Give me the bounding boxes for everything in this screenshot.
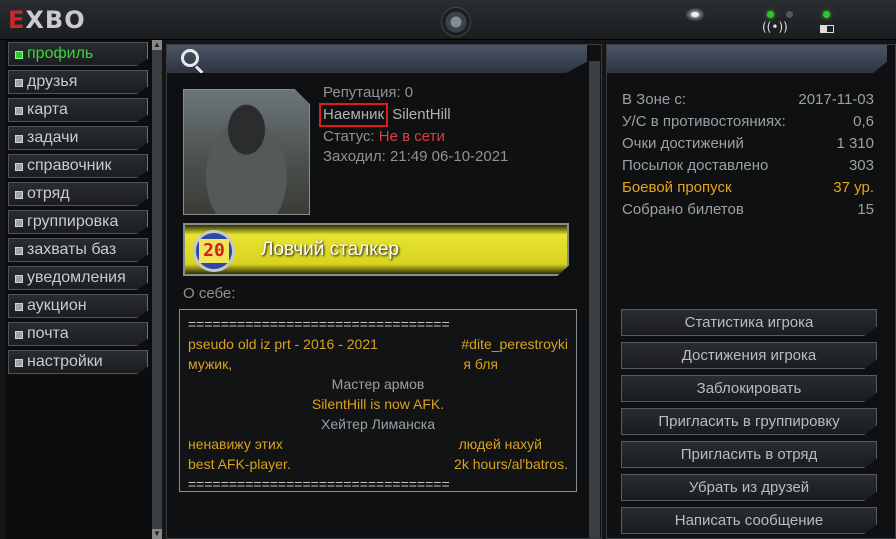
stat-row: Посылок доставлено 303 [622, 157, 874, 174]
rank-label: Наемник [319, 103, 389, 127]
sidebar-item-auction[interactable]: аукцион [8, 294, 148, 318]
status-label: Статус: [323, 128, 375, 145]
sidebar-item-mail[interactable]: почта [8, 322, 148, 346]
invite-to-faction-button[interactable]: Пригласить в группировку [621, 408, 877, 435]
bullet-icon [15, 303, 23, 311]
top-bar: EXBO ((•)) [0, 0, 896, 40]
level-number: 20 [199, 239, 229, 263]
stats-header [607, 45, 887, 73]
about-label: О себе: [183, 285, 236, 302]
remove-friend-button[interactable]: Убрать из друзей [621, 474, 877, 501]
level-badge-icon: 20 [193, 230, 235, 272]
stat-row: Очки достижений 1 310 [622, 135, 874, 152]
stats-list: В Зоне с: 2017-11-03 У/С в противостояния… [622, 89, 874, 221]
stat-row: Собрано билетов 15 [622, 201, 874, 218]
about-line: 2k hours/al'batros. [454, 456, 568, 472]
action-buttons: Статистика игрока Достижения игрока Забл… [621, 309, 877, 539]
scroll-up-icon[interactable]: ▲ [152, 40, 162, 50]
bullet-icon [15, 135, 23, 143]
sidebar-item-notifications[interactable]: уведомления [8, 266, 148, 290]
battery-led-icon [823, 11, 830, 18]
reputation: Репутация: 0 [323, 84, 414, 101]
profile-info: Репутация: 0 Наемник SilentHill Статус: … [319, 83, 509, 167]
sidebar: профиль друзья карта задачи справочник о… [6, 40, 162, 539]
about-rule-bottom: ================================ [188, 476, 450, 492]
player-stats-button[interactable]: Статистика игрока [621, 309, 877, 336]
main-scrollbar[interactable] [589, 61, 600, 538]
sidebar-item-settings[interactable]: настройки [8, 350, 148, 374]
stat-row: В Зоне с: 2017-11-03 [622, 91, 874, 108]
bullet-icon [15, 331, 23, 339]
bullet-icon [15, 191, 23, 199]
bullet-icon [15, 275, 23, 283]
sidebar-item-tasks[interactable]: задачи [8, 126, 148, 150]
sidebar-item-reference[interactable]: справочник [8, 154, 148, 178]
light-icon [684, 7, 706, 22]
sidebar-item-profile[interactable]: профиль [8, 42, 148, 66]
stats-panel: В Зоне с: 2017-11-03 У/С в противостояния… [606, 44, 896, 539]
stat-row: У/С в противостояниях: 0,6 [622, 113, 874, 130]
wifi-icon: ((•)) [762, 20, 788, 34]
scroll-down-icon[interactable]: ▼ [152, 529, 162, 539]
status-value: Не в сети [378, 128, 445, 145]
player-name: SilentHill [392, 106, 451, 123]
panel-header [167, 45, 587, 73]
about-line: мужик, [188, 356, 233, 372]
battery-icon [820, 25, 834, 33]
bullet-icon [15, 163, 23, 171]
sidebar-item-base-captures[interactable]: захваты баз [8, 238, 148, 262]
achievement-banner: 20 Ловчий сталкер [183, 223, 569, 276]
signal-led-off-icon [786, 11, 793, 18]
about-line: Хейтер Лиманска [320, 416, 436, 432]
sidebar-scrollbar[interactable]: ▲ ▼ [152, 40, 162, 539]
invite-to-squad-button[interactable]: Пригласить в отряд [621, 441, 877, 468]
send-message-button[interactable]: Написать сообщение [621, 507, 877, 534]
player-achievements-button[interactable]: Достижения игрока [621, 342, 877, 369]
profile-panel: Репутация: 0 Наемник SilentHill Статус: … [166, 44, 602, 539]
bullet-icon [15, 359, 23, 367]
signal-led-icon [767, 11, 774, 18]
achievement-title: Ловчий сталкер [261, 239, 399, 260]
about-line: best AFK-player. [188, 456, 291, 472]
sidebar-item-map[interactable]: карта [8, 98, 148, 122]
about-text: ================================ pseudo … [179, 309, 577, 492]
sidebar-item-friends[interactable]: друзья [8, 70, 148, 94]
about-line: SilentHill is now AFK. [311, 396, 445, 412]
about-line: людей нахуй [458, 436, 542, 452]
avatar [183, 89, 310, 215]
last-seen: Заходил: 21:49 06-10-2021 [323, 148, 509, 165]
about-line: ненавижу этих [188, 436, 283, 452]
about-line: #dite_perestroyki [461, 336, 568, 352]
bullet-icon [15, 79, 23, 87]
sidebar-item-faction[interactable]: группировка [8, 210, 148, 234]
camera-icon [441, 7, 471, 37]
about-rule-top: ================================ [188, 316, 450, 332]
bullet-icon [15, 247, 23, 255]
bullet-icon [15, 219, 23, 227]
about-line: Мастер армов [331, 376, 425, 392]
block-button[interactable]: Заблокировать [621, 375, 877, 402]
bullet-icon [15, 107, 23, 115]
bullet-icon [15, 51, 23, 59]
stat-row-battle-pass: Боевой пропуск 37 ур. [622, 179, 874, 196]
about-line: я бля [463, 356, 498, 372]
about-line: pseudo old iz prt - 2016 - 2021 [188, 336, 378, 352]
search-icon[interactable] [181, 49, 199, 67]
sidebar-item-squad[interactable]: отряд [8, 182, 148, 206]
logo: EXBO [8, 6, 86, 34]
